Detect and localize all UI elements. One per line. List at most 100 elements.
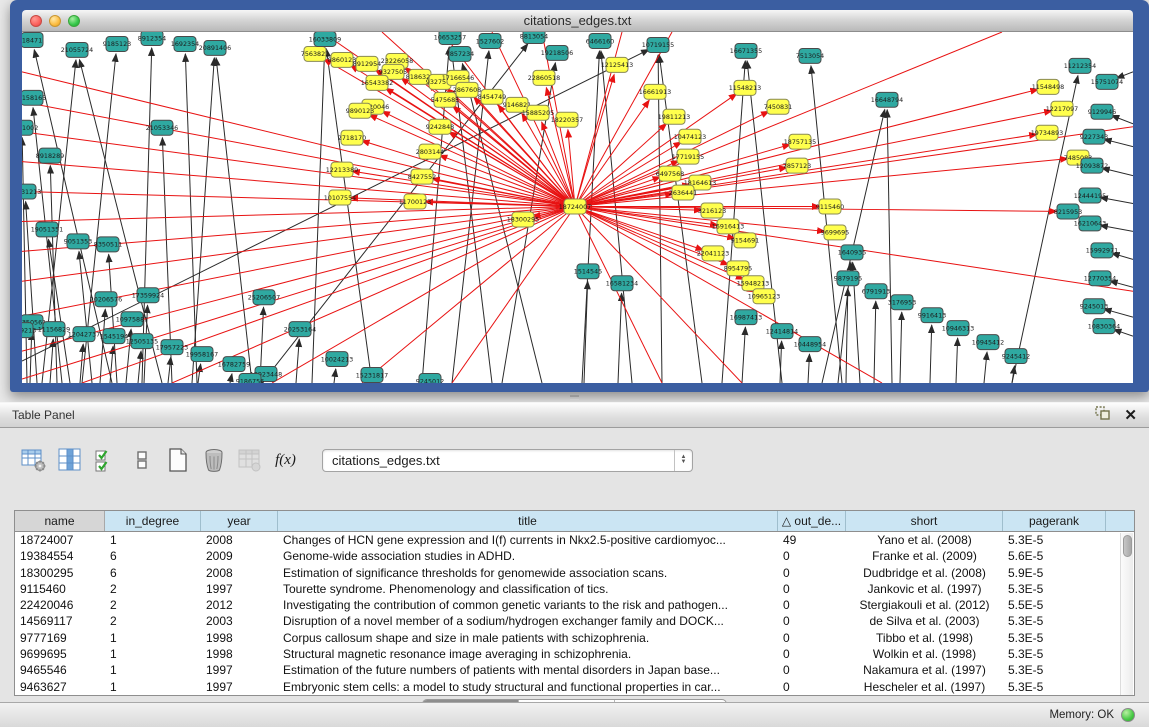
graph-edge[interactable] xyxy=(138,351,141,383)
graph-node[interactable]: 11156829 xyxy=(38,322,70,337)
graph-node[interactable]: 15992971 xyxy=(1086,243,1118,258)
graph-node[interactable]: 8813054 xyxy=(520,32,548,43)
graph-node[interactable]: 1545194 xyxy=(100,329,128,344)
function-builder-icon[interactable]: f(x) xyxy=(272,447,299,474)
graph-node[interactable]: 10448954 xyxy=(794,337,826,352)
graph-node[interactable]: 17957223 xyxy=(156,340,188,355)
graph-node[interactable]: 18724007 xyxy=(559,199,591,214)
graph-node[interactable]: 18757135 xyxy=(784,134,816,149)
graph-node[interactable]: 16543382 xyxy=(361,75,393,90)
column-header-year[interactable]: year xyxy=(201,511,278,531)
table-row[interactable]: 1938455462009Genome-wide association stu… xyxy=(15,548,1134,564)
graph-edge[interactable] xyxy=(30,332,32,383)
table-row[interactable]: 2242004622012Investigating the contribut… xyxy=(15,597,1134,613)
graph-node[interactable]: 16987413 xyxy=(730,310,762,325)
graph-node[interactable]: 8350511 xyxy=(94,237,122,252)
graph-edge[interactable] xyxy=(1012,76,1078,383)
graph-node[interactable]: 1514545 xyxy=(574,264,602,279)
close-window-button[interactable] xyxy=(30,15,42,27)
zoom-window-button[interactable] xyxy=(68,15,80,27)
graph-edge[interactable] xyxy=(1111,115,1133,123)
graph-node[interactable]: 9890123 xyxy=(346,103,374,118)
graph-node[interactable]: 2636441 xyxy=(669,185,697,200)
table-row[interactable]: 969969511998Structural magnetic resonanc… xyxy=(15,646,1134,662)
graph-node[interactable]: 6497568 xyxy=(656,166,684,181)
graph-node[interactable]: 20891406 xyxy=(199,40,231,55)
row-selection-icon[interactable] xyxy=(128,447,155,474)
graph-node[interactable]: 12414814 xyxy=(766,324,798,339)
graph-node[interactable]: 16782759 xyxy=(218,357,250,372)
graph-node[interactable]: 18220357 xyxy=(551,112,583,127)
table-scrollbar-thumb[interactable] xyxy=(1123,535,1132,557)
graph-node[interactable]: 9916413 xyxy=(918,308,946,323)
graph-node[interactable]: 12093872 xyxy=(1076,158,1108,173)
new-table-icon[interactable] xyxy=(164,447,191,474)
graph-node[interactable]: 25206507 xyxy=(248,290,280,305)
column-header-name[interactable]: name xyxy=(15,511,105,531)
graph-node[interactable]: 9115460 xyxy=(816,199,844,214)
graph-edge[interactable] xyxy=(168,357,171,383)
graph-node[interactable]: 11548213 xyxy=(729,80,761,95)
graph-node[interactable]: 9129946 xyxy=(1088,104,1116,119)
graph-edge[interactable] xyxy=(956,338,958,383)
graph-node[interactable]: 19811213 xyxy=(658,109,690,124)
graph-edge[interactable] xyxy=(742,327,745,383)
column-header-in_degree[interactable]: in_degree xyxy=(105,511,201,531)
graph-node[interactable]: 1692354 xyxy=(171,36,199,51)
graph-node[interactable]: 19958167 xyxy=(186,347,218,362)
graph-node[interactable]: 9154691 xyxy=(731,233,759,248)
dropdown-stepper-icon[interactable]: ▲▼ xyxy=(674,450,692,471)
graph-node[interactable]: 16671355 xyxy=(730,43,762,58)
graph-node[interactable]: 8918289 xyxy=(36,148,64,163)
graph-node[interactable]: 22860518 xyxy=(528,70,560,85)
graph-node[interactable]: 10830364 xyxy=(1088,319,1120,334)
graph-edge[interactable] xyxy=(230,374,232,383)
graph-node[interactable]: 15885205 xyxy=(522,105,554,120)
table-row[interactable]: 1830029562008Estimation of significance … xyxy=(15,565,1134,581)
graph-node[interactable]: 21055724 xyxy=(61,42,93,57)
float-panel-icon[interactable] xyxy=(1095,406,1110,425)
network-view[interactable]: 1872400775638228860123891295423226058932… xyxy=(22,32,1133,383)
network-canvas[interactable]: 1872400775638228860123891295423226058932… xyxy=(22,32,1133,383)
memory-status-icon[interactable] xyxy=(1121,708,1135,722)
graph-node[interactable]: 19051351 xyxy=(31,222,63,237)
graph-node[interactable]: 9242848 xyxy=(426,119,454,134)
graph-node[interactable]: 9227343 xyxy=(1080,129,1108,144)
graph-edge[interactable] xyxy=(575,111,1052,207)
graph-node[interactable]: 9051353 xyxy=(64,234,92,249)
graph-node[interactable]: 16033809 xyxy=(309,32,341,46)
graph-node[interactable]: 6466160 xyxy=(586,33,614,48)
graph-node[interactable]: 6791913 xyxy=(862,284,890,299)
graph-edge[interactable] xyxy=(142,48,152,383)
graph-edge[interactable] xyxy=(575,32,1002,207)
column-header-short[interactable]: short xyxy=(846,511,1003,531)
graph-node[interactable]: 10024213 xyxy=(321,352,353,367)
graph-edge[interactable] xyxy=(22,207,575,222)
graph-edge[interactable] xyxy=(216,58,252,383)
graph-node[interactable]: 15231817 xyxy=(356,368,388,383)
graph-node[interactable]: 1527602 xyxy=(476,33,504,48)
table-selector-dropdown[interactable]: citations_edges.txt ▲▼ xyxy=(322,449,693,472)
graph-node[interactable]: 17359924 xyxy=(132,288,164,303)
graph-node[interactable]: 11700123 xyxy=(399,194,431,209)
graph-node[interactable]: 10474123 xyxy=(674,129,706,144)
graph-edge[interactable] xyxy=(808,354,809,383)
graph-edge[interactable] xyxy=(198,364,201,383)
graph-edge[interactable] xyxy=(811,66,842,383)
graph-node[interactable]: 1640935 xyxy=(838,245,866,260)
graph-node[interactable]: 10719155 xyxy=(642,37,674,52)
graph-node[interactable]: 9879195 xyxy=(834,271,862,286)
table-row[interactable]: 946362711997Embryonic stem cells: a mode… xyxy=(15,679,1134,695)
graph-node[interactable]: 19734893 xyxy=(1031,125,1063,140)
column-header-title[interactable]: title xyxy=(278,511,778,531)
graph-edge[interactable] xyxy=(930,325,932,383)
table-row[interactable]: 1456911722003Disruption of a novel membe… xyxy=(15,613,1134,629)
graph-node[interactable]: 21053346 xyxy=(146,120,178,135)
graph-node[interactable]: 18471 xyxy=(22,32,43,47)
graph-edge[interactable] xyxy=(887,110,892,383)
graph-node[interactable]: 12217097 xyxy=(1046,101,1078,116)
graph-edge[interactable] xyxy=(449,132,575,207)
graph-node[interactable]: 7563822 xyxy=(301,46,329,61)
graph-node[interactable]: 7450831 xyxy=(764,99,792,114)
graph-node[interactable]: 12444195 xyxy=(1074,188,1106,203)
